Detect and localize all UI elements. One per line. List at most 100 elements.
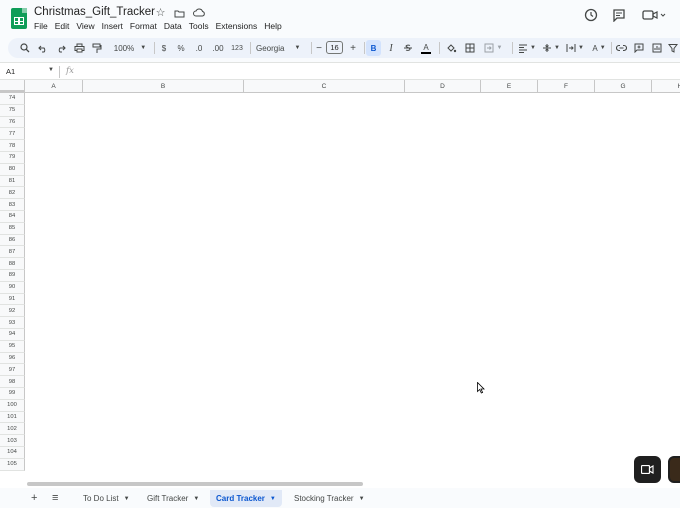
insert-comment-icon[interactable] <box>632 40 646 56</box>
borders-icon[interactable] <box>463 40 477 56</box>
font-size-input[interactable]: 16 <box>326 41 343 54</box>
fill-color-icon[interactable] <box>444 40 458 56</box>
italic-button[interactable]: I <box>384 40 398 56</box>
row-header[interactable]: 78 <box>0 140 25 152</box>
text-color-button[interactable]: A <box>419 40 433 56</box>
text-wrapping-button[interactable]: ▼ <box>564 40 586 56</box>
menu-edit[interactable]: Edit <box>55 21 70 31</box>
menu-view[interactable]: View <box>76 21 94 31</box>
row-header[interactable]: 100 <box>0 399 25 412</box>
horizontal-align-button[interactable]: ▼ <box>516 40 538 56</box>
row-header[interactable]: 87 <box>0 246 25 259</box>
print-icon[interactable] <box>72 40 86 56</box>
more-formats-button[interactable]: 123 <box>229 40 245 56</box>
select-all-corner[interactable] <box>0 80 25 93</box>
row-header[interactable]: 94 <box>0 329 25 341</box>
row-header[interactable]: 90 <box>0 281 25 294</box>
row-header[interactable]: 104 <box>0 447 25 459</box>
strikethrough-icon[interactable] <box>401 40 415 56</box>
row-header[interactable]: 86 <box>0 234 25 247</box>
merge-cells-button[interactable]: ▼ <box>481 40 505 56</box>
row-header[interactable]: 83 <box>0 199 25 211</box>
user-video-preview[interactable] <box>668 456 680 483</box>
search-menus-icon[interactable] <box>18 40 32 56</box>
redo-icon[interactable] <box>54 40 68 56</box>
all-sheets-button[interactable]: ≡ <box>52 492 58 504</box>
meet-icon[interactable] <box>642 8 666 22</box>
paint-format-icon[interactable] <box>90 40 104 56</box>
increase-font-size-button[interactable]: + <box>347 40 359 56</box>
zoom-select[interactable]: 100% ▼ <box>110 40 150 56</box>
row-header[interactable]: 82 <box>0 187 25 200</box>
move-folder-icon[interactable] <box>173 6 186 19</box>
menu-file[interactable]: File <box>34 21 48 31</box>
menu-insert[interactable]: Insert <box>102 21 123 31</box>
add-sheet-button[interactable]: + <box>31 492 37 504</box>
row-header[interactable]: 74 <box>0 93 25 105</box>
chevron-down-icon[interactable]: ▼ <box>48 67 54 73</box>
menu-tools[interactable]: Tools <box>189 21 209 31</box>
sheet-tab-to-do-list[interactable]: To Do List ▼ <box>77 490 136 507</box>
filter-icon[interactable] <box>666 40 680 56</box>
row-header[interactable]: 89 <box>0 270 25 282</box>
decrease-font-size-button[interactable]: − <box>313 40 325 56</box>
vertical-align-button[interactable]: ▼ <box>540 40 562 56</box>
row-header[interactable]: 91 <box>0 293 25 306</box>
row-header[interactable]: 103 <box>0 435 25 447</box>
column-header-e[interactable]: E <box>481 80 538 93</box>
column-header-b[interactable]: B <box>83 80 244 93</box>
sheet-tab-stocking-tracker[interactable]: Stocking Tracker ▼ <box>288 490 371 507</box>
star-icon[interactable]: ☆ <box>154 6 167 19</box>
sheet-tab-gift-tracker[interactable]: Gift Tracker ▼ <box>141 490 205 507</box>
format-percent-button[interactable]: % <box>175 40 187 56</box>
column-header-h[interactable]: H <box>652 80 680 93</box>
cloud-status-icon[interactable] <box>192 6 205 19</box>
sheets-logo-icon[interactable] <box>11 8 27 29</box>
undo-icon[interactable] <box>36 40 50 56</box>
menu-extensions[interactable]: Extensions <box>216 21 258 31</box>
font-select[interactable]: Georgia ▼ <box>254 40 310 56</box>
sheet-tab-card-tracker[interactable]: Card Tracker ▼ <box>210 490 282 507</box>
row-header[interactable]: 88 <box>0 258 25 270</box>
scrollbar-thumb[interactable] <box>27 482 363 486</box>
row-header[interactable]: 99 <box>0 388 25 400</box>
version-history-icon[interactable] <box>584 8 598 22</box>
decrease-decimal-button[interactable]: .0 <box>193 40 205 56</box>
column-header-c[interactable]: C <box>244 80 405 93</box>
menu-format[interactable]: Format <box>130 21 157 31</box>
insert-chart-icon[interactable] <box>650 40 664 56</box>
row-header[interactable]: 85 <box>0 222 25 235</box>
text-rotation-button[interactable]: A ▼ <box>588 40 610 56</box>
row-header[interactable]: 97 <box>0 364 25 377</box>
menu-data[interactable]: Data <box>164 21 182 31</box>
comments-icon[interactable] <box>612 8 626 22</box>
row-header[interactable]: 96 <box>0 352 25 365</box>
column-header-a[interactable]: A <box>25 80 83 93</box>
column-header-g[interactable]: G <box>595 80 652 93</box>
row-header[interactable]: 92 <box>0 305 25 318</box>
column-header-f[interactable]: F <box>538 80 595 93</box>
row-header[interactable]: 105 <box>0 458 25 471</box>
menu-help[interactable]: Help <box>264 21 281 31</box>
row-header[interactable]: 75 <box>0 104 25 117</box>
row-header[interactable]: 98 <box>0 376 25 388</box>
row-header[interactable]: 101 <box>0 411 25 424</box>
insert-link-icon[interactable] <box>614 40 628 56</box>
spreadsheet-grid[interactable]: A B C D E F G H 74 75 76 77 78 79 80 81 82 83 84 85… <box>0 80 680 480</box>
increase-decimal-button[interactable]: .00 <box>210 40 226 56</box>
meet-video-button[interactable] <box>634 456 661 483</box>
row-header[interactable]: 84 <box>0 211 25 223</box>
column-header-d[interactable]: D <box>405 80 481 93</box>
row-header[interactable]: 93 <box>0 317 25 329</box>
row-header[interactable]: 77 <box>0 128 25 141</box>
document-title[interactable]: Christmas_Gift_Tracker <box>34 6 155 18</box>
format-currency-button[interactable]: $ <box>158 40 170 56</box>
row-header[interactable]: 76 <box>0 116 25 129</box>
horizontal-scrollbar[interactable] <box>0 480 680 488</box>
bold-button[interactable]: B <box>366 40 381 56</box>
row-header[interactable]: 80 <box>0 163 25 176</box>
row-header[interactable]: 81 <box>0 175 25 188</box>
name-box[interactable]: A1 <box>6 67 15 76</box>
row-header[interactable]: 95 <box>0 340 25 353</box>
row-header[interactable]: 79 <box>0 152 25 164</box>
